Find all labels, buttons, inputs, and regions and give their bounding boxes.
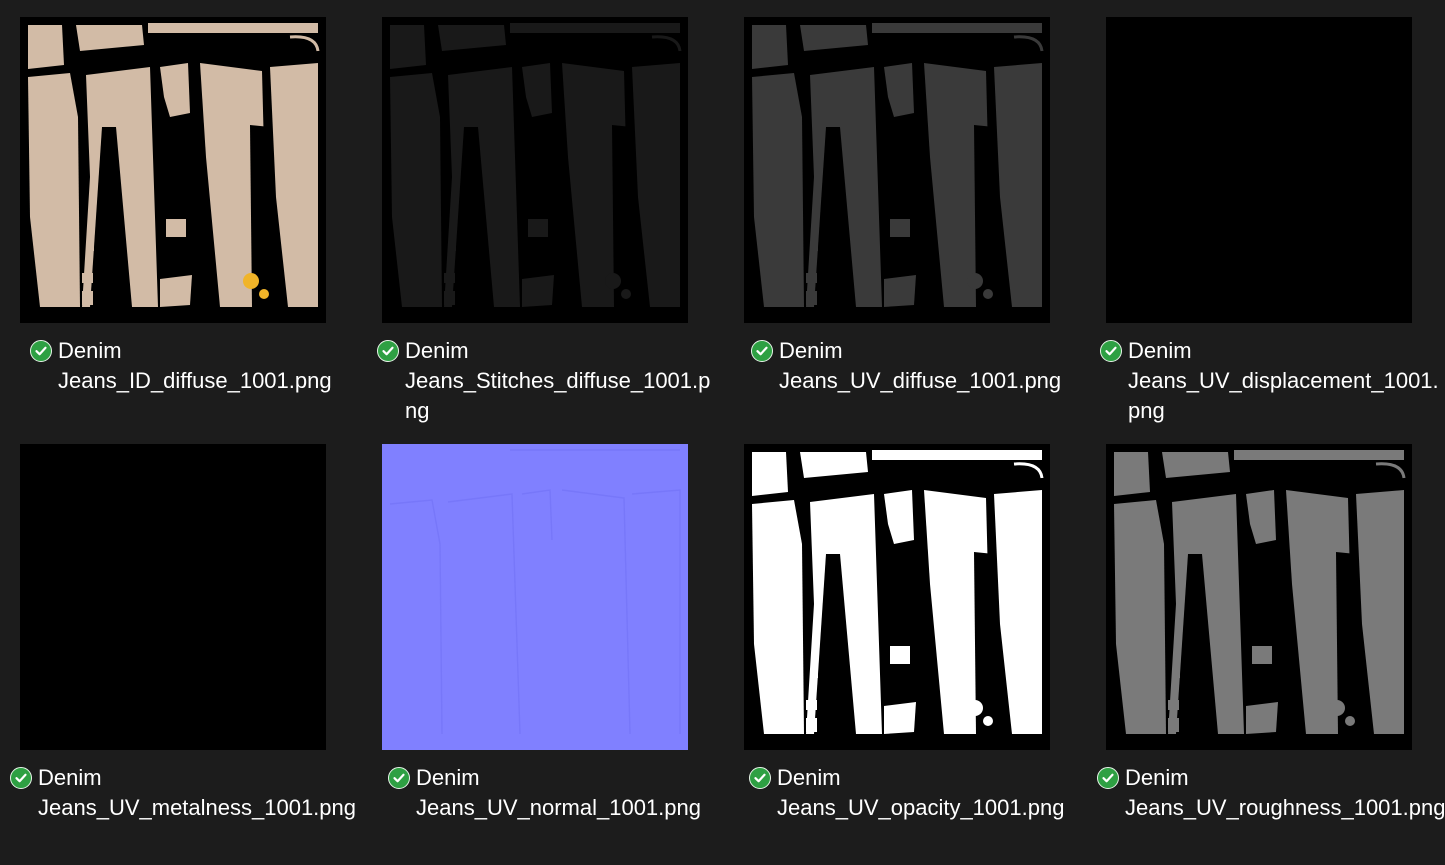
- file-name-label: Denim Jeans_UV_displacement_1001. png: [1128, 336, 1439, 426]
- thumbnail-uv-roughness[interactable]: [1106, 444, 1412, 750]
- file-name-line-2: Jeans_UV_roughness_1001.png: [1125, 795, 1445, 820]
- file-name-line-3: ng: [405, 398, 430, 423]
- green-check-icon: [751, 340, 773, 362]
- thumbnail-uv-displacement[interactable]: [1106, 17, 1412, 323]
- file-name-line-1: Denim: [779, 338, 843, 363]
- file-name-line-1: Denim: [38, 765, 102, 790]
- file-name-line-3: png: [1128, 398, 1165, 423]
- file-name-line-2: Jeans_Stitches_diffuse_1001.p: [405, 368, 711, 393]
- file-name-line-2: Jeans_UV_metalness_1001.png: [38, 795, 357, 820]
- thumbnail-id-diffuse[interactable]: [20, 17, 326, 323]
- file-name-line-2: Jeans_ID_diffuse_1001.png: [58, 368, 332, 393]
- thumbnail-stitches-diffuse[interactable]: [382, 17, 688, 323]
- thumbnail-uv-opacity[interactable]: [744, 444, 1050, 750]
- file-name-line-2: Jeans_UV_opacity_1001.png: [777, 795, 1065, 820]
- file-name-line-1: Denim: [1125, 765, 1189, 790]
- file-name-label: Denim Jeans_UV_normal_1001.png: [416, 763, 701, 823]
- file-name-label: Denim Jeans_ID_diffuse_1001.png: [58, 336, 332, 396]
- file-name-label: Denim Jeans_UV_metalness_1001.png: [38, 763, 356, 823]
- thumbnail-uv-diffuse[interactable]: [744, 17, 1050, 323]
- file-name-line-1: Denim: [416, 765, 480, 790]
- green-check-icon: [1100, 340, 1122, 362]
- file-name-line-1: Denim: [405, 338, 469, 363]
- file-name-line-1: Denim: [777, 765, 841, 790]
- file-name-label: Denim Jeans_UV_diffuse_1001.png: [779, 336, 1061, 396]
- file-name-label: Denim Jeans_UV_opacity_1001.png: [777, 763, 1064, 823]
- green-check-icon: [30, 340, 52, 362]
- file-name-label: Denim Jeans_UV_roughness_1001.png: [1125, 763, 1445, 823]
- green-check-icon: [388, 767, 410, 789]
- file-name-line-1: Denim: [1128, 338, 1192, 363]
- file-name-line-2: Jeans_UV_diffuse_1001.png: [779, 368, 1062, 393]
- green-check-icon: [749, 767, 771, 789]
- green-check-icon: [10, 767, 32, 789]
- thumbnail-uv-metalness[interactable]: [20, 444, 326, 750]
- file-name-label: Denim Jeans_Stitches_diffuse_1001.p ng: [405, 336, 710, 426]
- file-name-line-2: Jeans_UV_displacement_1001.: [1128, 368, 1439, 393]
- file-name-line-1: Denim: [58, 338, 122, 363]
- green-check-icon: [377, 340, 399, 362]
- file-name-line-2: Jeans_UV_normal_1001.png: [416, 795, 701, 820]
- thumbnail-uv-normal[interactable]: [382, 444, 688, 750]
- green-check-icon: [1097, 767, 1119, 789]
